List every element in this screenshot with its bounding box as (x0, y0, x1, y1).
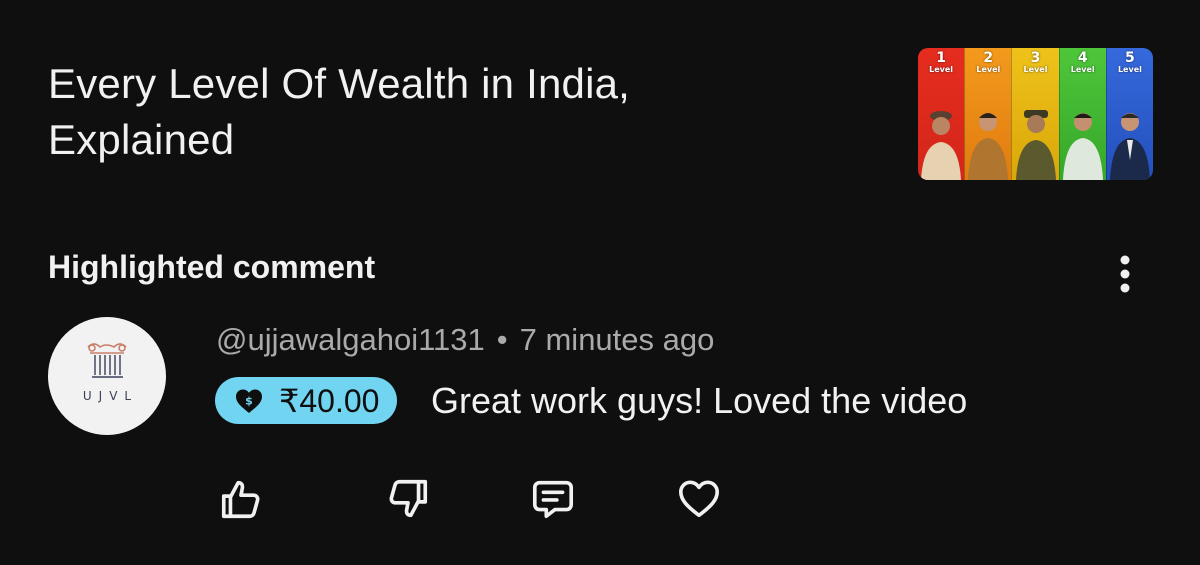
pillar-logo-icon (87, 343, 127, 378)
comment-text: Great work guys! Loved the video (431, 380, 968, 421)
video-title-line-2: Explained (48, 116, 235, 163)
thumbs-up-icon (221, 480, 260, 519)
level-label: Level (976, 65, 1001, 74)
level-number: 1 (936, 50, 946, 66)
level-label: Level (1117, 65, 1142, 74)
avatar-text: UJVL (82, 389, 139, 403)
heart-icon (678, 480, 720, 518)
level-label: Level (1023, 65, 1048, 74)
super-thanks-badge[interactable]: $ ₹40.00 (215, 377, 398, 424)
video-title-line-1: Every Level Of Wealth in India, (48, 60, 631, 107)
super-thanks-heart-dollar-icon: $ (236, 389, 262, 413)
level-number: 2 (983, 50, 994, 66)
thumbnail-level-4: 4 Level (1058, 48, 1106, 180)
dislike-button[interactable] (383, 474, 433, 524)
svg-text:$: $ (245, 394, 253, 407)
comment-timestamp: 7 minutes ago (519, 322, 715, 357)
level-label: Level (1070, 65, 1095, 74)
comment-meta: @ujjawalgahoi1131 • 7 minutes ago (216, 320, 714, 360)
more-vertical-icon (1120, 255, 1130, 293)
reply-button[interactable] (528, 474, 578, 524)
like-button[interactable] (216, 474, 266, 524)
person-figure-4 (1062, 113, 1103, 180)
avatar[interactable]: UJVL (48, 317, 166, 435)
meta-separator: • (496, 322, 508, 357)
heart-button[interactable] (674, 474, 724, 524)
reply-icon (532, 480, 574, 519)
person-figure-3 (1015, 110, 1056, 180)
section-heading: Highlighted comment (48, 249, 376, 285)
level-number: 4 (1077, 50, 1088, 66)
video-title[interactable]: Every Level Of Wealth in India, Explaine… (48, 56, 808, 168)
level-label: Level (929, 65, 954, 74)
level-number: 3 (1030, 50, 1041, 66)
comment-author[interactable]: @ujjawalgahoi1131 (216, 322, 485, 357)
super-thanks-amount: ₹40.00 (279, 382, 380, 419)
video-thumbnail[interactable]: 1 Level 2 Level 3 Level 4 Level 5 Level (918, 48, 1153, 180)
more-options-button[interactable] (1105, 252, 1145, 296)
thumbnail-level-1: 1 Level (918, 48, 965, 180)
thumbnail-level-5: 5 Level (1105, 48, 1153, 180)
thumbs-down-icon (389, 479, 428, 518)
thumbnail-level-3: 3 Level (1011, 48, 1059, 180)
thumbnail-level-2: 2 Level (964, 48, 1012, 180)
level-number: 5 (1125, 50, 1135, 66)
person-figure-1 (921, 111, 962, 180)
person-figure-2 (968, 113, 1009, 180)
comment-detail-screen: Every Level Of Wealth in India, Explaine… (0, 0, 1200, 565)
person-figure-5 (1109, 113, 1150, 180)
